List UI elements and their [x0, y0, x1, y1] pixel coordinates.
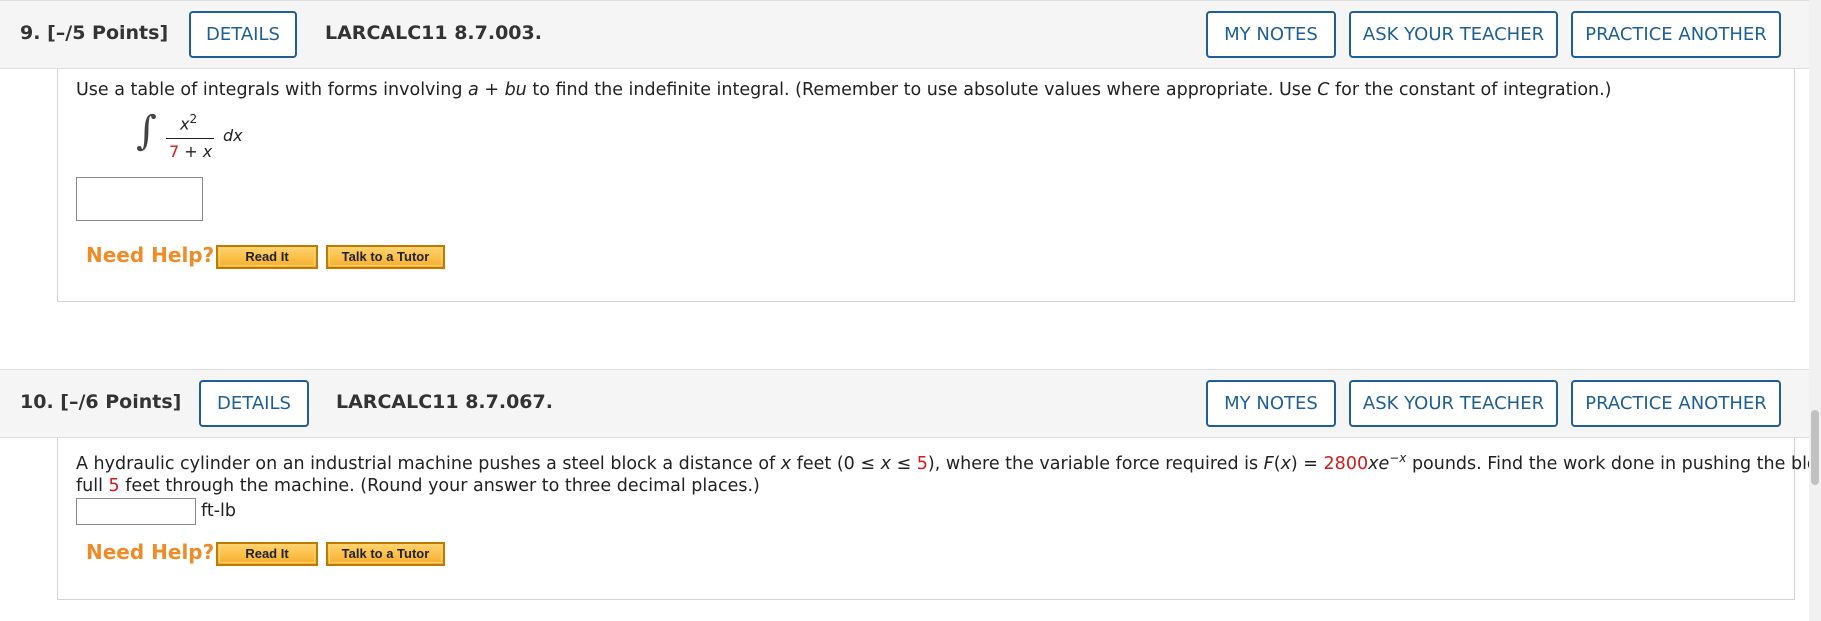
q10-details-button[interactable]: DETAILS [199, 380, 309, 427]
q10-my-notes-button[interactable]: MY NOTES [1206, 380, 1336, 427]
q9-read-it-button[interactable]: Read It [216, 245, 318, 269]
q9-number: 9. [–/5 Points] [20, 22, 169, 44]
q10-header: 10. [–/6 Points] DETAILS LARCALC11 8.7.0… [0, 369, 1821, 438]
q9-header: 9. [–/5 Points] DETAILS LARCALC11 8.7.00… [0, 0, 1821, 69]
q10-ask-teacher-button[interactable]: ASK YOUR TEACHER [1349, 380, 1558, 427]
q10-answer-input[interactable] [76, 498, 196, 525]
integral-differential: dx [223, 126, 243, 145]
q9-prompt: Use a table of integrals with forms invo… [76, 80, 1612, 100]
q9-practice-another-button[interactable]: PRACTICE ANOTHER [1571, 11, 1781, 58]
integral-denominator: 7 + x [169, 142, 213, 161]
fraction-bar [166, 138, 214, 139]
q9-details-button[interactable]: DETAILS [189, 11, 297, 58]
q9-my-notes-button[interactable]: MY NOTES [1206, 11, 1336, 58]
page-scrollbar[interactable] [1809, 0, 1821, 621]
integral-sign: ∫ [136, 108, 157, 154]
q10-talk-to-tutor-button[interactable]: Talk to a Tutor [326, 542, 445, 566]
q10-prompt-line1: A hydraulic cylinder on an industrial ma… [76, 451, 1821, 474]
q10-code: LARCALC11 8.7.067. [336, 391, 553, 413]
q9-integral-expression: ∫ x2 7 + x dx [136, 108, 256, 168]
q10-need-help-label: Need Help? [86, 540, 215, 564]
q10-unit-label: ft-lb [201, 501, 236, 521]
q9-talk-to-tutor-button[interactable]: Talk to a Tutor [326, 245, 445, 269]
q9-code: LARCALC11 8.7.003. [325, 22, 542, 44]
scrollbar-thumb[interactable] [1811, 410, 1819, 485]
q10-practice-another-button[interactable]: PRACTICE ANOTHER [1571, 380, 1781, 427]
q10-number: 10. [–/6 Points] [20, 391, 182, 413]
q10-prompt-line2: full 5 feet through the machine. (Round … [76, 476, 760, 496]
q9-ask-teacher-button[interactable]: ASK YOUR TEACHER [1349, 11, 1558, 58]
q9-answer-input[interactable] [76, 177, 203, 221]
q9-need-help-label: Need Help? [86, 243, 215, 267]
q10-read-it-button[interactable]: Read It [216, 542, 318, 566]
integral-numerator: x2 [180, 112, 198, 134]
